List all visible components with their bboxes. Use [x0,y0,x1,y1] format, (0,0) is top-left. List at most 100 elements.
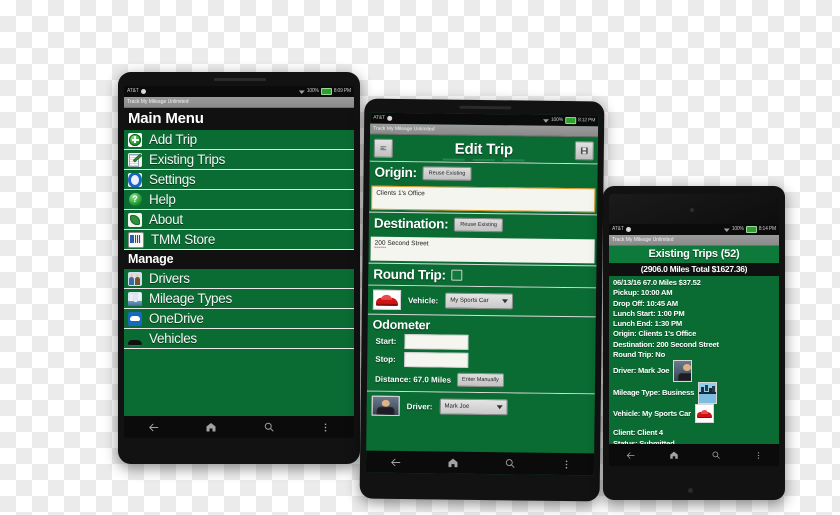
red-car-thumbnail [694,404,714,424]
menu-item-settings[interactable]: Settings [124,170,354,190]
menu-item-label: OneDrive [149,311,204,326]
menu-item-about[interactable]: About [124,210,354,230]
store-icon [128,231,144,248]
phone3-screen: AT&T 100% 8:14 PM Track My Mileage Unlim… [609,224,779,466]
menu-item-label: TMM Store [151,232,216,247]
menu-item-help[interactable]: Help [124,190,354,210]
destination-street: Second Street [385,239,429,248]
menu-icon[interactable] [373,138,393,158]
save-disk-icon[interactable] [574,140,594,160]
menu-item-vehicles[interactable]: Vehicles [124,329,354,349]
clock-label: 8:09 PM [333,88,351,94]
overflow-menu-icon[interactable] [320,422,331,433]
driver-portrait-thumbnail [371,395,400,417]
driver-select[interactable]: Mark Joe [439,398,508,416]
round-trip-label: Round Trip: [373,266,446,283]
red-car-thumbnail [372,289,402,311]
android-nav-bar [365,450,595,476]
detail-dropoff: Drop Off: 10:45 AM [613,298,678,308]
distance-label: Distance: 67.0 Miles [374,374,452,385]
odometer-stop-label: Stop: [375,354,396,364]
gear-icon [128,172,142,187]
origin-section: Origin: Reuse Existing [369,160,598,186]
menu-item-mileage-types[interactable]: Mileage Types [124,289,354,309]
destination-section: Destination: Reuse Existing [368,211,598,237]
battery-label: 100% [550,116,564,123]
detail-mileage-type: Mileage Type: Business [613,388,695,398]
back-arrow-icon[interactable] [625,450,636,461]
menu-item-onedrive[interactable]: OneDrive [124,309,354,329]
menu-item-label: Settings [149,172,196,187]
battery-label: 100% [731,226,744,232]
onedrive-cloud-icon [128,311,142,326]
overflow-menu-icon[interactable] [754,451,763,460]
back-arrow-icon[interactable] [147,421,160,434]
battery-icon [745,226,757,233]
enter-manually-button[interactable]: Enter Manually [456,372,504,388]
menu-item-drivers[interactable]: Drivers [124,269,354,289]
android-nav-bar [609,444,779,466]
battery-icon [320,88,332,95]
question-circle-icon [128,193,142,207]
battery-icon [564,117,577,125]
detail-pickup: Pickup: 10:00 AM [613,288,673,298]
app-title-strip: Track My Mileage Unlimited [124,97,354,108]
overflow-menu-icon[interactable] [560,458,571,469]
round-trip-label-row: Round Trip: [373,267,591,285]
menu-item-label: Add Trip [149,132,197,147]
menu-item-label: Mileage Types [149,291,232,306]
back-arrow-icon[interactable] [388,455,401,468]
home-icon[interactable] [446,457,458,469]
edit-trip-action-bar: Edit Trip [369,134,598,164]
totals-summary: (2906.0 Miles Total $1627.36) [609,263,779,276]
menu-item-existing-trips[interactable]: Existing Trips [124,150,354,170]
distance-row: Distance: 67.0 Miles Enter Manually [367,369,595,394]
destination-label: Destination: [373,215,449,232]
destination-number: 200 [374,239,386,248]
detail-round-trip: Round Trip: No [613,350,666,360]
earpiece-speaker [459,105,512,110]
tablet-device-main-menu: AT&T 100% 8:09 PM Track My Mileage Unlim… [118,72,360,464]
menu-item-add-trip[interactable]: Add Trip [124,130,354,150]
search-icon[interactable] [503,457,515,469]
menu-item-tmm-store[interactable]: TMM Store [124,230,354,250]
home-icon[interactable] [205,421,217,433]
phone-top-glass [609,194,779,226]
origin-label: Origin: [374,164,417,181]
page-title: Edit Trip [454,140,514,158]
home-button[interactable] [688,488,693,493]
section-header-manage: Manage [124,250,354,269]
wifi-icon [543,118,549,123]
odometer-stop-input[interactable] [404,352,469,368]
page-title: Existing Trips (52) [609,246,779,263]
wifi-icon [723,228,730,232]
vehicle-row: Vehicle: My Sports Car [367,285,597,317]
destination-input[interactable]: 200 Second Street [370,236,595,264]
detail-lunch-start: Lunch Start: 1:00 PM [613,308,685,318]
page-title: Main Menu [124,108,354,130]
people-icon [128,271,142,286]
chevron-down-icon [502,299,509,304]
earpiece-speaker [214,78,266,81]
detail-origin: Origin: Clients 1's Office [613,329,697,339]
reuse-existing-button-destination[interactable]: Reuse Existing [454,217,504,232]
app-title-strip: Track My Mileage Unlimited [609,235,779,246]
menu-item-label: Existing Trips [149,152,226,167]
tablet-device-edit-trip: AT&T 100% 8:12 PM Track My Mileage Unlim… [359,98,605,502]
detail-vehicle: Vehicle: My Sports Car [613,408,691,418]
search-icon[interactable] [711,450,721,460]
origin-label-row: Origin: Reuse Existing [374,165,592,183]
detail-client: Client: Client 4 [613,428,663,438]
city-skyline-thumbnail [698,382,718,405]
round-trip-checkbox[interactable] [451,269,463,281]
home-icon[interactable] [669,450,679,460]
car-icon [128,332,142,346]
reuse-existing-button-origin[interactable]: Reuse Existing [422,165,472,181]
round-trip-section: Round Trip: [368,262,597,288]
vehicle-select[interactable]: My Sports Car [445,292,514,310]
odometer-start-input[interactable] [404,334,469,350]
search-icon[interactable] [263,421,275,433]
detail-driver-row: Driver: Mark Joe [613,360,775,383]
notification-icon [140,89,146,94]
origin-input[interactable]: Clients 1's Office [371,185,596,213]
